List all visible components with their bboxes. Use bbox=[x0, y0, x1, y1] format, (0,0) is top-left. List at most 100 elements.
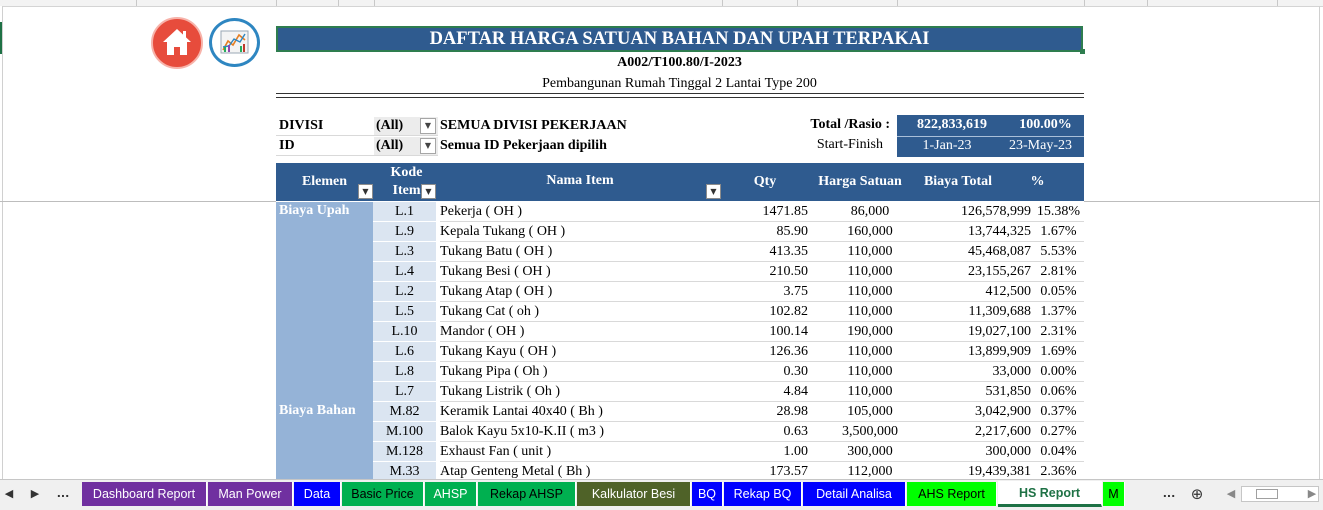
cell-qty[interactable]: 100.14 bbox=[720, 322, 810, 342]
cell-nama[interactable]: Pekerja ( OH ) bbox=[440, 202, 720, 222]
table-row[interactable]: L.3 Tukang Batu ( OH ) 413.35 110,000 45,468… bbox=[373, 242, 1084, 262]
tab-scroll-next-icon[interactable]: ▶ bbox=[28, 485, 42, 503]
cell-qty[interactable]: 0.30 bbox=[720, 362, 810, 382]
sheet-tab-basic-price[interactable]: Basic Price bbox=[342, 482, 424, 506]
sheet-tab-dashboard-report[interactable]: Dashboard Report bbox=[82, 482, 207, 506]
sheet-tab-man-power[interactable]: Man Power bbox=[208, 482, 293, 506]
table-row[interactable]: L.8 Tukang Pipa ( Oh ) 0.30 110,000 33,000 0.… bbox=[373, 362, 1084, 382]
cell-biaya[interactable]: 19,027,100 bbox=[930, 322, 1033, 342]
cell-qty[interactable]: 1.00 bbox=[720, 442, 810, 462]
cell-qty[interactable]: 413.35 bbox=[720, 242, 810, 262]
cell-pct[interactable]: 0.00% bbox=[1033, 362, 1084, 382]
cell-biaya[interactable]: 13,899,909 bbox=[930, 342, 1033, 362]
sheet-tab-rekap-ahsp[interactable]: Rekap AHSP bbox=[478, 482, 576, 506]
cell-qty[interactable]: 85.90 bbox=[720, 222, 810, 242]
cell-biaya[interactable]: 412,500 bbox=[930, 282, 1033, 302]
table-row[interactable]: L.9 Kepala Tukang ( OH ) 85.90 160,000 13,74… bbox=[373, 222, 1084, 242]
add-sheet-icon[interactable]: ⊕ bbox=[1186, 485, 1208, 503]
sheet-tab-hs-report[interactable]: HS Report bbox=[998, 481, 1102, 507]
table-row[interactable]: L.1 Pekerja ( OH ) 1471.85 86,000 126,578,99… bbox=[373, 202, 1084, 222]
cell-pct[interactable]: 15.38% bbox=[1033, 202, 1084, 222]
cell-kode[interactable]: L.2 bbox=[373, 282, 436, 302]
cell-pct[interactable]: 1.69% bbox=[1033, 342, 1084, 362]
dropdown-arrow-icon[interactable]: ▼ bbox=[420, 138, 436, 154]
hscroll-right-icon[interactable]: ▶ bbox=[1305, 485, 1319, 503]
cell-biaya[interactable]: 33,000 bbox=[930, 362, 1033, 382]
cell-biaya[interactable]: 45,468,087 bbox=[930, 242, 1033, 262]
cell-kode[interactable]: M.33 bbox=[373, 462, 436, 479]
sheet-tab-detail-analisa[interactable]: Detail Analisa bbox=[803, 482, 906, 506]
cell-harga[interactable]: 300,000 bbox=[810, 442, 930, 462]
cell-nama[interactable]: Tukang Pipa ( Oh ) bbox=[440, 362, 720, 382]
sheet-tab-kalkulator-besi[interactable]: Kalkulator Besi bbox=[577, 482, 691, 506]
hscroll-left-icon[interactable]: ◀ bbox=[1224, 485, 1238, 503]
tab-scroll-prev-icon[interactable]: ◀ bbox=[2, 485, 16, 503]
cell-qty[interactable]: 173.57 bbox=[720, 462, 810, 479]
sheet-tab-bq[interactable]: BQ bbox=[692, 482, 723, 506]
cell-qty[interactable]: 210.50 bbox=[720, 262, 810, 282]
cell-harga[interactable]: 190,000 bbox=[810, 322, 930, 342]
cell-harga[interactable]: 110,000 bbox=[810, 262, 930, 282]
cell-nama[interactable]: Tukang Atap ( OH ) bbox=[440, 282, 720, 302]
cell-nama[interactable]: Exhaust Fan ( unit ) bbox=[440, 442, 720, 462]
cell-harga[interactable]: 3,500,000 bbox=[810, 422, 930, 442]
dropdown-arrow-icon[interactable]: ▼ bbox=[421, 184, 436, 199]
cell-harga[interactable]: 110,000 bbox=[810, 362, 930, 382]
scrollbar-thumb[interactable] bbox=[1256, 489, 1278, 499]
cell-biaya[interactable]: 23,155,267 bbox=[930, 262, 1033, 282]
cell-biaya[interactable]: 531,850 bbox=[930, 382, 1033, 402]
table-row[interactable]: M.128 Exhaust Fan ( unit ) 1.00 300,000 300,… bbox=[373, 442, 1084, 462]
sheet-tab-data[interactable]: Data bbox=[294, 482, 341, 506]
cell-biaya[interactable]: 3,042,900 bbox=[930, 402, 1033, 422]
table-row[interactable]: L.10 Mandor ( OH ) 100.14 190,000 19,027,100… bbox=[373, 322, 1084, 342]
cell-kode[interactable]: L.3 bbox=[373, 242, 436, 262]
cell-kode[interactable]: L.5 bbox=[373, 302, 436, 322]
cell-nama[interactable]: Tukang Besi ( OH ) bbox=[440, 262, 720, 282]
cell-qty[interactable]: 28.98 bbox=[720, 402, 810, 422]
dashboard-button[interactable] bbox=[209, 18, 260, 67]
cell-nama[interactable]: Mandor ( OH ) bbox=[440, 322, 720, 342]
cell-biaya[interactable]: 126,578,999 bbox=[930, 202, 1033, 222]
dropdown-arrow-icon[interactable]: ▼ bbox=[706, 184, 721, 199]
cell-nama[interactable]: Tukang Batu ( OH ) bbox=[440, 242, 720, 262]
cell-harga[interactable]: 110,000 bbox=[810, 382, 930, 402]
cell-nama[interactable]: Tukang Kayu ( OH ) bbox=[440, 342, 720, 362]
table-row[interactable]: L.4 Tukang Besi ( OH ) 210.50 110,000 23,155… bbox=[373, 262, 1084, 282]
cell-qty[interactable]: 4.84 bbox=[720, 382, 810, 402]
cell-nama[interactable]: Keramik Lantai 40x40 ( Bh ) bbox=[440, 402, 720, 422]
cell-kode[interactable]: L.8 bbox=[373, 362, 436, 382]
group-cell[interactable]: Biaya Upah bbox=[276, 202, 373, 402]
cell-pct[interactable]: 0.27% bbox=[1033, 422, 1084, 442]
cell-kode[interactable]: L.4 bbox=[373, 262, 436, 282]
cell-pct[interactable]: 2.81% bbox=[1033, 262, 1084, 282]
cell-pct[interactable]: 1.67% bbox=[1033, 222, 1084, 242]
cell-qty[interactable]: 3.75 bbox=[720, 282, 810, 302]
cell-pct[interactable]: 5.53% bbox=[1033, 242, 1084, 262]
table-row[interactable]: L.5 Tukang Cat ( oh ) 102.82 110,000 11,309,… bbox=[373, 302, 1084, 322]
table-row[interactable]: L.2 Tukang Atap ( OH ) 3.75 110,000 412,500 0… bbox=[373, 282, 1084, 302]
fill-handle[interactable] bbox=[1080, 49, 1085, 54]
cell-kode[interactable]: L.7 bbox=[373, 382, 436, 402]
cell-biaya[interactable]: 11,309,688 bbox=[930, 302, 1033, 322]
dropdown-arrow-icon[interactable]: ▼ bbox=[358, 184, 373, 199]
cell-harga[interactable]: 110,000 bbox=[810, 302, 930, 322]
cell-harga[interactable]: 110,000 bbox=[810, 342, 930, 362]
cell-kode[interactable]: M.82 bbox=[373, 402, 436, 422]
sheet-tab-ahs-report[interactable]: AHS Report bbox=[907, 482, 997, 506]
cell-kode[interactable]: L.9 bbox=[373, 222, 436, 242]
cell-harga[interactable]: 86,000 bbox=[810, 202, 930, 222]
cell-nama[interactable]: Balok Kayu 5x10-K.II ( m3 ) bbox=[440, 422, 720, 442]
tab-more-left[interactable]: ... bbox=[54, 485, 72, 503]
cell-nama[interactable]: Kepala Tukang ( OH ) bbox=[440, 222, 720, 242]
cell-harga[interactable]: 105,000 bbox=[810, 402, 930, 422]
cell-qty[interactable]: 0.63 bbox=[720, 422, 810, 442]
table-row[interactable]: L.7 Tukang Listrik ( Oh ) 4.84 110,000 531,8… bbox=[373, 382, 1084, 402]
table-row[interactable]: M.100 Balok Kayu 5x10-K.II ( m3 ) 0.63 3,50… bbox=[373, 422, 1084, 442]
cell-nama[interactable]: Tukang Listrik ( Oh ) bbox=[440, 382, 720, 402]
home-button[interactable] bbox=[151, 17, 203, 69]
sheet-tab-m[interactable]: M bbox=[1103, 482, 1125, 506]
cell-biaya[interactable]: 19,439,381 bbox=[930, 462, 1033, 479]
tab-more-right[interactable]: ... bbox=[1158, 485, 1180, 503]
cell-kode[interactable]: L.1 bbox=[373, 202, 436, 222]
table-row[interactable]: M.33 Atap Genteng Metal ( Bh ) 173.57 112,0… bbox=[373, 462, 1084, 479]
